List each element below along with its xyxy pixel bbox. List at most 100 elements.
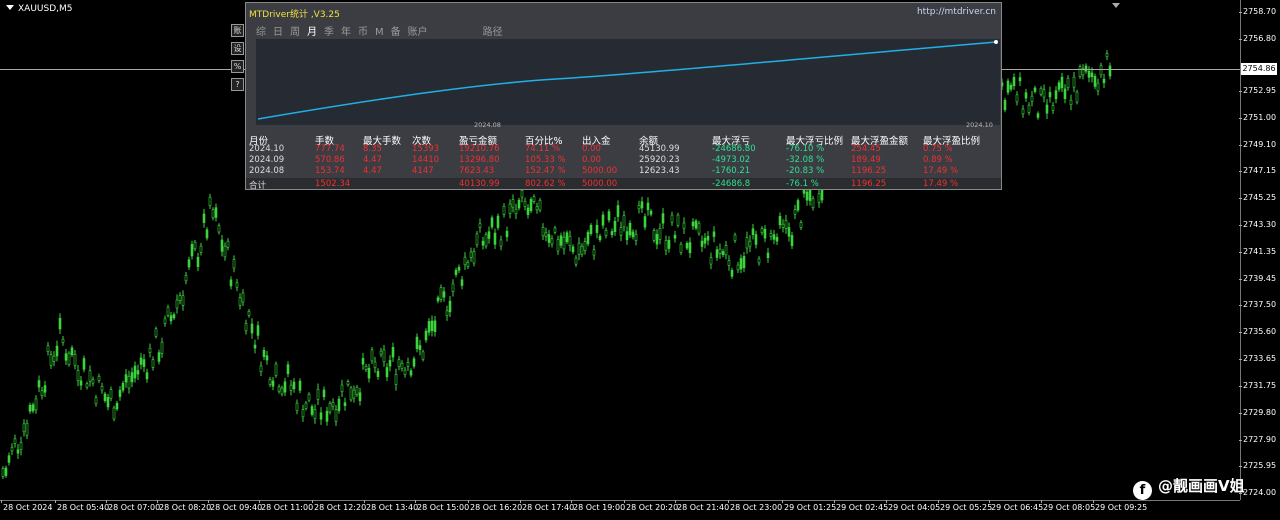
candle-body	[565, 232, 569, 243]
candle-body	[361, 358, 365, 365]
candle-body	[1072, 76, 1076, 88]
candle-body	[499, 239, 503, 247]
candle-body	[553, 227, 557, 233]
candle-body	[181, 295, 185, 306]
candle-body	[7, 455, 11, 463]
candle-body	[1060, 76, 1064, 89]
side-button-0[interactable]: 账	[231, 24, 244, 37]
candle-body	[28, 404, 32, 412]
table-cell: 45130.99	[639, 144, 680, 154]
candle-body	[76, 370, 80, 381]
tab-route[interactable]: 路径	[483, 23, 503, 38]
candle-body	[1048, 92, 1052, 98]
price-tick-label: 2743.30	[1238, 220, 1277, 229]
candle-body	[682, 222, 686, 229]
candle-body	[652, 230, 656, 241]
panel-url-link[interactable]: http://mtdriver.cn	[917, 7, 996, 17]
candle-body	[202, 213, 206, 223]
shift-marker-icon[interactable]	[1112, 3, 1120, 8]
candle-body	[799, 222, 803, 228]
candle-body	[391, 347, 395, 358]
candle-body	[775, 236, 779, 242]
total-cell: 合计	[249, 181, 267, 191]
candle-body	[373, 361, 377, 368]
candle-body	[331, 402, 335, 407]
candle-body	[433, 320, 437, 333]
candle-body	[748, 240, 752, 247]
candle-body	[151, 359, 155, 368]
table-cell: 2024.09	[249, 155, 285, 165]
table-cell: 2024.08	[249, 166, 285, 176]
candle-body	[571, 246, 575, 253]
candle-body	[367, 368, 371, 379]
tab-1[interactable]: 日	[273, 23, 283, 38]
equity-curve	[257, 41, 997, 120]
dropdown-triangle-icon[interactable]	[6, 5, 14, 10]
candle-body	[490, 217, 494, 228]
time-tick-label: 29 Oct 05:25	[937, 500, 993, 512]
candle-body	[517, 199, 521, 209]
candle-body	[1006, 80, 1010, 93]
table-cell: 19210.76	[459, 144, 500, 154]
candle-body	[292, 381, 296, 390]
table-cell: 254.45	[851, 144, 881, 154]
candle-body	[715, 249, 719, 258]
candle-body	[586, 232, 590, 245]
candle-body	[451, 283, 455, 293]
candle-body	[316, 388, 320, 400]
candle-body	[484, 234, 488, 247]
total-row-bar	[246, 178, 1001, 189]
candle-body	[655, 233, 659, 245]
side-button-2[interactable]: %	[231, 60, 244, 73]
candle-body	[616, 205, 620, 217]
table-cell: -20.83 %	[786, 166, 825, 176]
tab-3[interactable]: 月	[307, 23, 317, 38]
time-tick-label: 29 Oct 01:25	[781, 500, 837, 512]
candle-body	[679, 243, 683, 253]
candle-body	[658, 228, 662, 240]
candle-body	[283, 381, 287, 393]
tab-2[interactable]: 周	[290, 23, 300, 38]
candle-body	[307, 393, 311, 401]
candle-body	[193, 241, 197, 250]
tab-4[interactable]: 季	[324, 23, 334, 38]
candle-body	[253, 344, 257, 349]
candle-body	[91, 379, 95, 384]
candle-body	[37, 380, 41, 388]
side-button-3[interactable]: ?	[231, 78, 244, 91]
candle-body	[16, 449, 20, 454]
candle-body	[265, 355, 269, 361]
candle-body	[772, 234, 776, 240]
candle-body	[352, 389, 356, 399]
table-cell: 777.74	[315, 144, 345, 154]
tab-8[interactable]: 备	[391, 23, 401, 38]
candle-body	[133, 365, 137, 379]
tab-5[interactable]: 年	[341, 23, 351, 38]
table-cell: 13296.80	[459, 155, 500, 165]
candle-body	[109, 389, 113, 399]
candle-body	[118, 389, 122, 397]
price-tick-label: 2756.80	[1238, 34, 1277, 43]
side-button-1[interactable]: 设	[231, 42, 244, 55]
candle-body	[727, 260, 731, 266]
candle-body	[688, 242, 692, 254]
table-cell: 74.11 %	[525, 144, 561, 154]
tab-9[interactable]: 账户	[408, 23, 428, 38]
candle-body	[169, 315, 173, 322]
candle-body	[412, 358, 416, 367]
candle-body	[532, 196, 536, 202]
candle-body	[427, 321, 431, 333]
candle-body	[79, 380, 83, 386]
tab-0[interactable]: 综	[256, 23, 266, 38]
candle-body	[811, 198, 815, 208]
candle-body	[1024, 92, 1028, 99]
tab-7[interactable]: M	[375, 27, 384, 38]
candle-body	[187, 259, 191, 268]
candle-body	[22, 423, 26, 433]
candle-body	[313, 409, 317, 420]
tab-6[interactable]: 币	[358, 23, 368, 38]
candle-body	[1063, 88, 1067, 99]
price-tick-label: 2739.45	[1238, 274, 1277, 283]
candle-body	[175, 299, 179, 309]
price-tick-label: 2733.65	[1238, 354, 1277, 363]
